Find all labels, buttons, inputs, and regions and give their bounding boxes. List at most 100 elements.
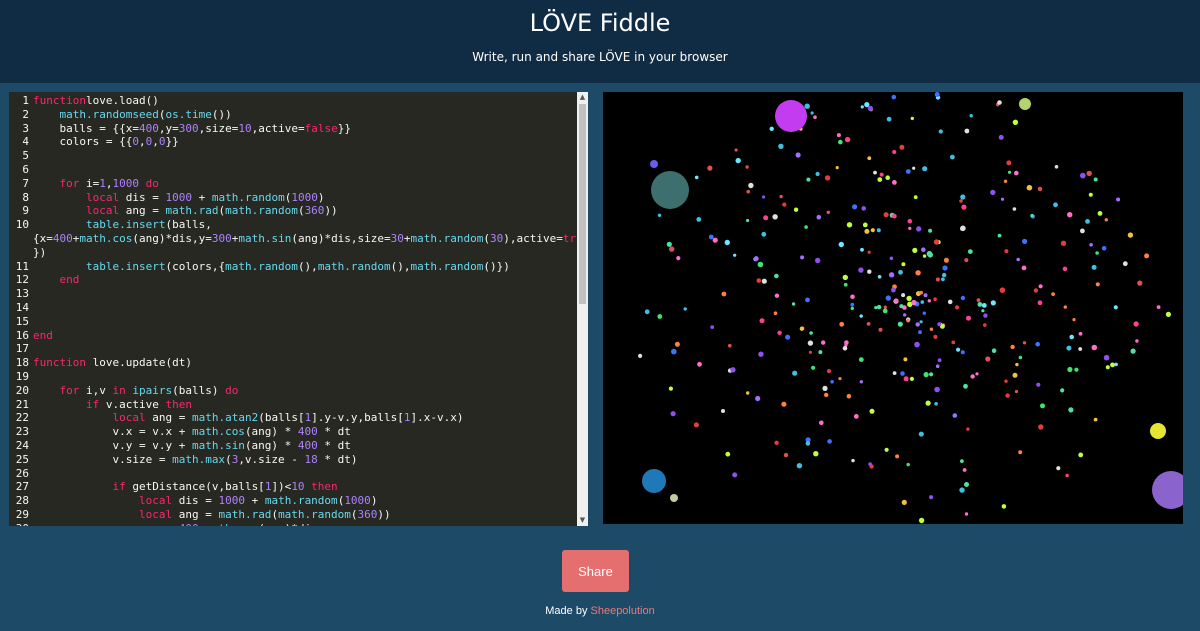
particle-dot [906, 462, 910, 467]
code-text[interactable]: v.x = 400+math.cos(ang)*dis [33, 522, 318, 526]
code-line[interactable]: 20 for i,v in ipairs(balls) do [9, 384, 576, 398]
particle-dot [983, 313, 988, 318]
code-text[interactable]: local ang = math.rad(math.random(360)) [33, 508, 391, 522]
code-line[interactable]: 10 table.insert(balls, [9, 218, 576, 232]
code-line[interactable]: 15 [9, 315, 576, 329]
particle-dot [990, 300, 996, 306]
particle-dot [960, 350, 965, 355]
code-line[interactable]: 16 end [9, 329, 576, 343]
code-line[interactable]: 21 if v.active then [9, 398, 576, 412]
code-line[interactable]: 5 [9, 149, 576, 163]
particle-dot [1066, 345, 1072, 351]
code-line[interactable]: 3 balls = {{x=400,y=300,size=10,active=f… [9, 122, 576, 136]
particle-dot [796, 463, 803, 469]
particle-dot [860, 247, 864, 252]
particle-dot [670, 411, 676, 417]
code-line[interactable]: 17 [9, 342, 576, 356]
code-text[interactable] [33, 467, 40, 481]
code-line[interactable]: 25 v.size = math.max(3,v.size - 18 * dt) [9, 453, 576, 467]
code-line[interactable]: 22 local ang = math.atan2(balls[1].y-v.y… [9, 411, 576, 425]
code-line[interactable]: 7 for i=1,1000 do [9, 177, 576, 191]
particle-dot [983, 323, 987, 327]
code-line[interactable]: 8 local dis = 1000 + math.random(1000) [9, 191, 576, 205]
code-editor[interactable]: 1 functionlove.load() 2 math.randomseed(os… [9, 92, 588, 526]
code-line[interactable]: 29 local ang = math.rad(math.random(360)… [9, 508, 576, 522]
code-text[interactable] [33, 149, 40, 163]
editor-scrollbar[interactable]: ▲ ▼ [577, 92, 588, 526]
code-text[interactable]: local dis = 1000 + math.random(1000) [33, 191, 324, 205]
line-number: 13 [15, 287, 29, 301]
scroll-up-arrow-icon[interactable]: ▲ [577, 92, 588, 103]
code-line[interactable]: 6 [9, 163, 576, 177]
code-text[interactable]: math.randomseed(os.time()) [33, 108, 232, 122]
particle-dot [818, 350, 823, 355]
code-line[interactable]: 27 if getDistance(v,balls[1])<10 then [9, 480, 576, 494]
particle-dot [827, 439, 832, 444]
code-text[interactable]: table.insert(balls, [33, 218, 212, 232]
particle-dot [1012, 119, 1019, 125]
code-text[interactable]: if getDistance(v,balls[1])<10 then [33, 480, 337, 494]
particle-dot [824, 392, 829, 398]
code-text[interactable]: if v.active then [33, 398, 192, 412]
code-line[interactable]: 30 v.x = 400+math.cos(ang)*dis [9, 522, 576, 526]
code-line[interactable]: 19 [9, 370, 576, 384]
code-text[interactable]: v.x = v.x + math.cos(ang) * 400 * dt [33, 425, 350, 439]
code-text[interactable]: v.size = math.max(3,v.size - 18 * dt) [33, 453, 357, 467]
particle-dot [999, 287, 1006, 293]
line-number: 28 [15, 494, 29, 508]
code-line[interactable]: {x=400+math.cos(ang)*dis,y=300+math.sin(… [9, 232, 576, 260]
code-line[interactable]: 26 [9, 467, 576, 481]
header: LÖVE Fiddle Write, run and share LÖVE in… [0, 0, 1200, 83]
code-text[interactable] [33, 287, 40, 301]
code-line[interactable]: 13 [9, 287, 576, 301]
code-text[interactable]: {x=400+math.cos(ang)*dis,y=300+math.sin(… [33, 232, 576, 260]
code-text[interactable]: balls = {{x=400,y=300,size=10,active=fal… [33, 122, 350, 136]
code-text[interactable]: local ang = math.atan2(balls[1].y-v.y,ba… [33, 411, 463, 425]
code-line[interactable]: 9 local ang = math.rad(math.random(360)) [9, 204, 576, 218]
code-line[interactable]: 24 v.y = v.y + math.sin(ang) * 400 * dt [9, 439, 576, 453]
code-text[interactable]: end [33, 273, 80, 287]
code-line[interactable]: 1 functionlove.load() [9, 94, 576, 108]
line-number: 9 [22, 204, 29, 218]
code-text[interactable]: local ang = math.rad(math.random(360)) [33, 204, 338, 218]
particle-dot [877, 275, 882, 279]
particle-dot [1004, 249, 1009, 254]
author-link[interactable]: Sheepolution [591, 605, 655, 617]
code-text[interactable] [33, 301, 40, 315]
particle-dot [842, 346, 848, 351]
code-text[interactable]: table.insert(colors,{math.random(),math.… [33, 260, 510, 274]
line-number: 26 [15, 466, 29, 480]
particle-dot [1127, 232, 1134, 238]
particle-dot [822, 385, 828, 391]
code-text[interactable]: end [33, 329, 53, 343]
code-text[interactable]: local dis = 1000 + math.random(1000) [33, 494, 377, 508]
code-area[interactable]: 1 functionlove.load() 2 math.randomseed(os… [9, 92, 576, 526]
code-text[interactable]: function love.update(dt) [33, 356, 192, 370]
code-line[interactable]: 28 local dis = 1000 + math.random(1000) [9, 494, 576, 508]
particle-dot [1035, 341, 1040, 347]
scrollbar-thumb[interactable] [579, 104, 586, 304]
scroll-down-arrow-icon[interactable]: ▼ [577, 515, 588, 526]
code-text[interactable]: for i=1,1000 do [33, 177, 159, 191]
particle-dot [844, 136, 851, 143]
code-text[interactable] [33, 342, 40, 356]
particle-dot [1085, 219, 1090, 224]
game-canvas[interactable] [603, 92, 1183, 524]
code-line[interactable]: 18 function love.update(dt) [9, 356, 576, 370]
code-text[interactable]: functionlove.load() [33, 94, 159, 108]
code-line[interactable]: 14 [9, 301, 576, 315]
particle-dot [864, 102, 870, 108]
code-line[interactable]: 4 colors = {{0,0,0}} [9, 135, 576, 149]
code-line[interactable]: 11 table.insert(colors,{math.random(),ma… [9, 260, 576, 274]
code-text[interactable]: v.y = v.y + math.sin(ang) * 400 * dt [33, 439, 350, 453]
code-line[interactable]: 23 v.x = v.x + math.cos(ang) * 400 * dt [9, 425, 576, 439]
code-line[interactable]: 12 end [9, 273, 576, 287]
share-button[interactable]: Share [562, 550, 629, 592]
ball [642, 469, 666, 493]
code-text[interactable] [33, 370, 40, 384]
code-text[interactable]: for i,v in ipairs(balls) do [33, 384, 239, 398]
code-text[interactable]: colors = {{0,0,0}} [33, 135, 178, 149]
code-line[interactable]: 2 math.randomseed(os.time()) [9, 108, 576, 122]
code-text[interactable] [33, 163, 40, 177]
code-text[interactable] [33, 315, 40, 329]
